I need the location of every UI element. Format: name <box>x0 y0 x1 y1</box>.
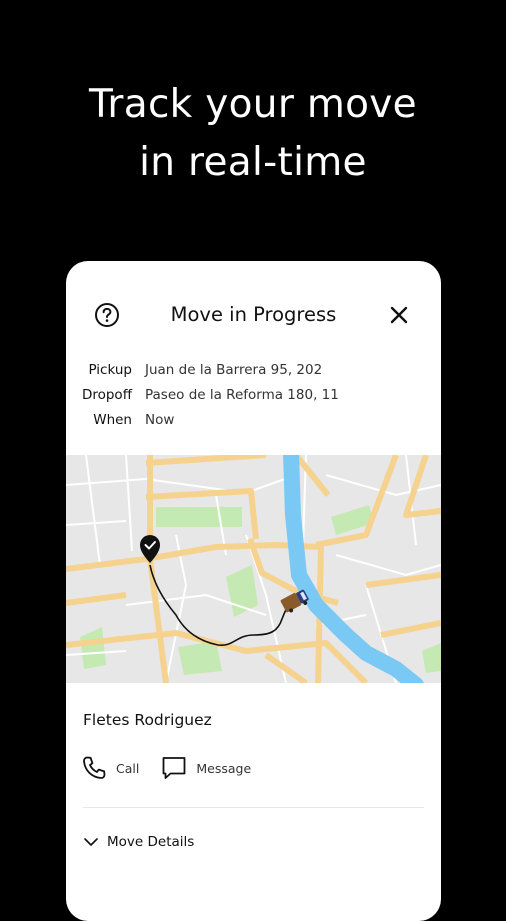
chat-bubble-icon <box>162 757 186 779</box>
dropoff-value: Paseo de la Reforma 180, 11 <box>145 386 339 403</box>
pickup-row: Pickup Juan de la Barrera 95, 202 <box>66 357 441 382</box>
message-label: Message <box>196 760 252 776</box>
section-divider <box>83 807 424 808</box>
call-label: Call <box>116 760 140 776</box>
route-map[interactable] <box>66 455 441 683</box>
company-name: Fletes Rodriguez <box>83 711 212 729</box>
close-button[interactable] <box>385 301 413 329</box>
hero-line-2: in real-time <box>139 140 367 185</box>
when-row: When Now <box>66 407 441 432</box>
pickup-value: Juan de la Barrera 95, 202 <box>145 361 323 378</box>
message-button[interactable]: Message <box>161 755 251 781</box>
close-x-icon <box>390 306 408 324</box>
pickup-label: Pickup <box>88 361 132 378</box>
hero-headline: Track your move in real-time <box>0 76 506 192</box>
when-value: Now <box>145 411 175 428</box>
move-card: Move in Progress Pickup Juan de la Barre… <box>66 261 441 921</box>
chevron-down-icon <box>84 838 98 846</box>
dropoff-row: Dropoff Paseo de la Reforma 180, 11 <box>66 382 441 407</box>
move-details-label: Move Details <box>107 834 195 850</box>
card-header: Move in Progress <box>66 261 441 347</box>
move-details-list: Pickup Juan de la Barrera 95, 202 Dropof… <box>66 357 441 432</box>
move-details-toggle[interactable]: Move Details <box>83 834 194 850</box>
contact-actions: Call Message <box>81 755 251 781</box>
map-canvas <box>66 455 441 683</box>
call-button[interactable]: Call <box>81 755 139 781</box>
when-label: When <box>93 411 132 428</box>
phone-icon <box>83 756 106 779</box>
hero-line-1: Track your move <box>89 82 417 127</box>
dropoff-label: Dropoff <box>81 386 132 403</box>
